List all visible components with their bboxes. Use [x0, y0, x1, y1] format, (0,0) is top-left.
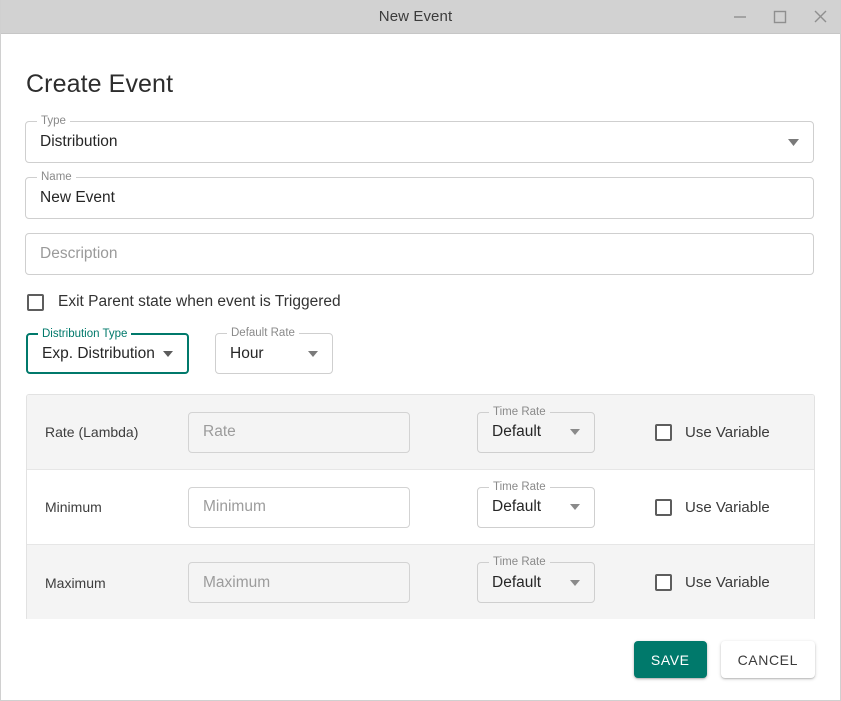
distribution-type-label: Distribution Type [38, 327, 132, 341]
save-button[interactable]: SAVE [633, 641, 707, 678]
time-rate-value: Default [492, 498, 542, 515]
use-variable-checkbox-row[interactable]: Use Variable [655, 574, 770, 591]
parameter-label: Minimum [45, 499, 102, 515]
window-controls [720, 0, 840, 34]
distribution-parameters-table: Rate (Lambda) Rate Time Rate Default Use… [26, 394, 815, 619]
dialog-content: Create Event Type Distribution Name New … [1, 34, 840, 619]
description-input[interactable]: Description [25, 233, 814, 275]
chevron-down-icon[interactable] [570, 504, 580, 510]
type-value: Distribution [40, 133, 118, 150]
parameter-input[interactable]: Maximum [188, 562, 410, 603]
default-rate-select[interactable]: Default Rate Hour [215, 326, 333, 374]
parameter-label: Maximum [45, 574, 106, 591]
cancel-button[interactable]: CANCEL [720, 641, 815, 678]
default-rate-value: Hour [230, 344, 264, 362]
use-variable-checkbox[interactable] [655, 423, 672, 441]
chevron-down-icon[interactable] [308, 350, 318, 357]
time-rate-select[interactable]: Time Rate Default [477, 555, 595, 603]
use-variable-label: Use Variable [685, 574, 770, 591]
close-icon[interactable] [800, 0, 840, 34]
use-variable-checkbox-row[interactable]: Use Variable [655, 498, 770, 516]
time-rate-label: Time Rate [489, 555, 550, 569]
time-rate-value: Default [492, 573, 542, 591]
exit-parent-checkbox[interactable] [27, 293, 44, 311]
maximize-icon[interactable] [760, 0, 800, 34]
name-input[interactable]: Name New Event [25, 170, 814, 219]
use-variable-checkbox[interactable] [655, 574, 672, 591]
distribution-settings-row: Distribution Type Exp. Distribution Defa… [26, 326, 816, 374]
dialog-footer: SAVE CANCEL [1, 619, 840, 700]
use-variable-checkbox[interactable] [655, 498, 672, 516]
table-row: Minimum Minimum Time Rate Default Use Va… [27, 470, 814, 545]
use-variable-label: Use Variable [685, 423, 770, 441]
window-titlebar[interactable]: New Event [1, 0, 840, 34]
type-label: Type [37, 114, 70, 128]
chevron-down-icon[interactable] [570, 429, 580, 435]
minimize-icon[interactable] [720, 0, 760, 34]
table-row: Rate (Lambda) Rate Time Rate Default Use… [27, 395, 814, 470]
type-select[interactable]: Type Distribution [25, 114, 814, 163]
parameter-label: Rate (Lambda) [45, 424, 139, 440]
time-rate-select[interactable]: Time Rate Default [477, 479, 595, 528]
name-label: Name [37, 170, 76, 184]
chevron-down-icon[interactable] [163, 350, 173, 357]
table-row: Maximum Maximum Time Rate Default Use Va… [27, 545, 814, 619]
parameter-input[interactable]: Rate [188, 411, 410, 453]
exit-parent-label: Exit Parent state when event is Triggere… [58, 293, 341, 310]
time-rate-value: Default [492, 423, 542, 440]
exit-parent-checkbox-row[interactable]: Exit Parent state when event is Triggere… [27, 293, 816, 311]
use-variable-checkbox-row[interactable]: Use Variable [655, 423, 770, 441]
use-variable-label: Use Variable [685, 498, 770, 516]
time-rate-select[interactable]: Time Rate Default [477, 404, 595, 453]
chevron-down-icon[interactable] [570, 579, 580, 586]
window-title: New Event [378, 8, 453, 25]
default-rate-label: Default Rate [227, 326, 299, 340]
time-rate-label: Time Rate [489, 479, 550, 494]
distribution-type-value: Exp. Distribution [42, 344, 155, 362]
new-event-dialog: New Event Create Event Type Distribution [0, 0, 841, 701]
page-title: Create Event [26, 70, 174, 98]
distribution-type-select[interactable]: Distribution Type Exp. Distribution [26, 327, 189, 374]
time-rate-label: Time Rate [489, 404, 550, 419]
description-placeholder: Description [40, 245, 118, 262]
chevron-down-icon[interactable] [788, 138, 799, 146]
name-value: New Event [40, 189, 115, 206]
parameter-input[interactable]: Minimum [188, 486, 410, 528]
